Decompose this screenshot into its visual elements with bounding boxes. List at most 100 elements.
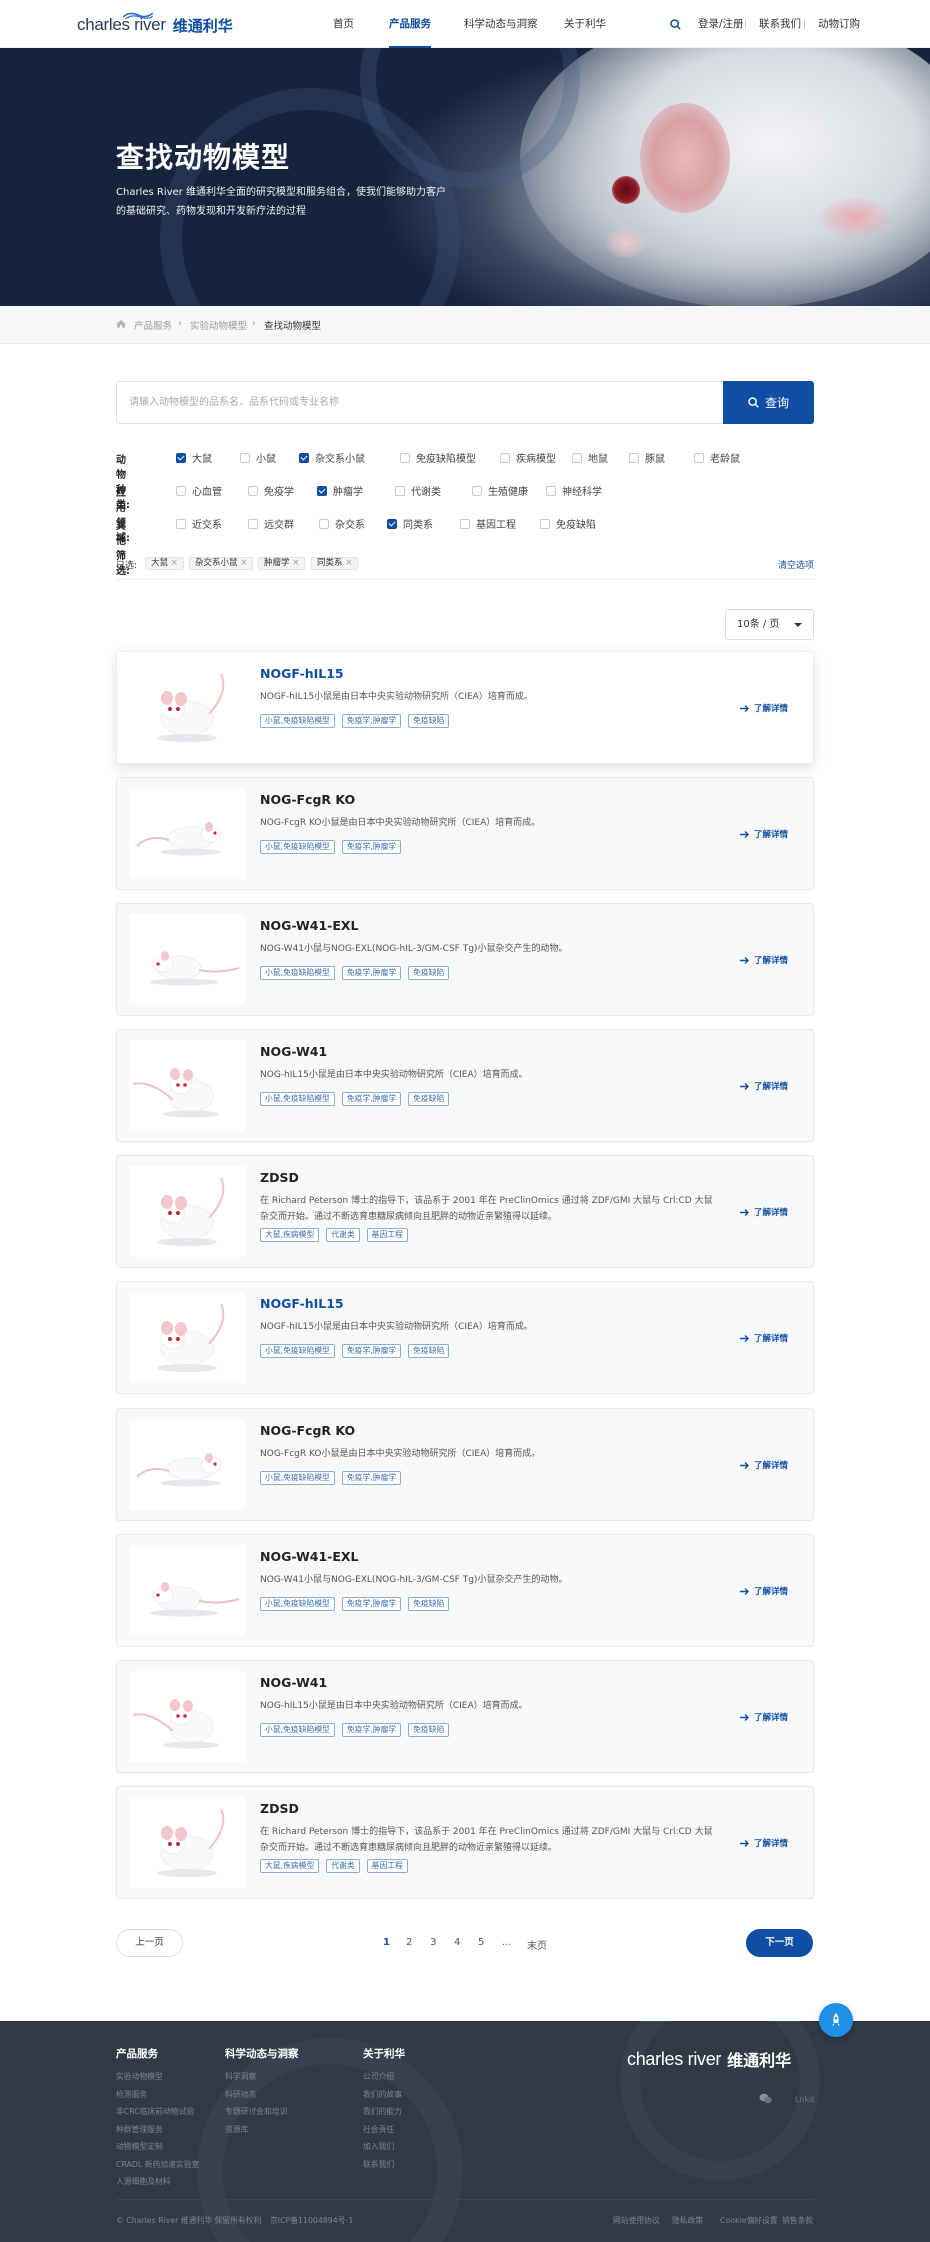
footer-link[interactable]: 公司介绍 bbox=[363, 2071, 394, 2082]
learn-more-link[interactable]: 了解详情 bbox=[740, 1080, 788, 1092]
back-to-top-button[interactable] bbox=[819, 2003, 853, 2037]
filter-option[interactable]: 地鼠 bbox=[572, 450, 608, 465]
icp-link[interactable]: 京ICP备11004894号-1 bbox=[270, 2215, 353, 2226]
filter-option[interactable]: 代谢类 bbox=[395, 483, 441, 498]
card-title[interactable]: NOG-W41-EXL bbox=[260, 1549, 359, 1564]
footer-logo[interactable]: charles river 维通利华 bbox=[627, 2049, 791, 2071]
result-card[interactable]: NOG-W41 NOG-hIL15小鼠是由日本中央实验动物研究所（CIEA）培育而… bbox=[116, 1029, 814, 1142]
learn-more-link[interactable]: 了解详情 bbox=[740, 954, 788, 966]
legal-link[interactable]: Cookie偏好设置 bbox=[720, 2215, 778, 2226]
search-icon[interactable] bbox=[670, 19, 681, 30]
card-title[interactable]: ZDSD bbox=[260, 1801, 299, 1816]
result-card[interactable]: ZDSD 在 Richard Peterson 博士的指导下，该品系于 2001 … bbox=[116, 1155, 814, 1268]
page-link[interactable]: 2 bbox=[406, 1937, 412, 1948]
checkbox[interactable] bbox=[472, 485, 482, 496]
footer-link[interactable]: 联系我们 bbox=[363, 2159, 394, 2170]
checkbox[interactable] bbox=[176, 485, 186, 496]
breadcrumb-item[interactable]: 实验动物模型 bbox=[190, 318, 247, 332]
legal-link[interactable]: 网站使用协议 bbox=[613, 2215, 660, 2226]
filter-option[interactable]: 杂交系 bbox=[319, 516, 365, 531]
learn-more-link[interactable]: 了解详情 bbox=[740, 1837, 788, 1849]
selected-tag[interactable]: 杂交系小鼠 × bbox=[189, 557, 254, 570]
filter-option[interactable]: 生殖健康 bbox=[472, 483, 528, 498]
page-link[interactable]: 1 bbox=[383, 1937, 390, 1948]
checkbox[interactable] bbox=[319, 518, 329, 529]
card-title[interactable]: NOG-FcgR KO bbox=[260, 792, 355, 807]
footer-link[interactable]: 专题研讨会和培训 bbox=[225, 2106, 287, 2117]
page-link[interactable]: 3 bbox=[430, 1937, 436, 1948]
remove-tag-icon[interactable]: × bbox=[168, 558, 178, 568]
footer-link[interactable]: 检测服务 bbox=[116, 2089, 147, 2100]
filter-option[interactable]: 免疫缺陷模型 bbox=[400, 450, 476, 465]
home-icon[interactable] bbox=[116, 319, 126, 328]
page-link[interactable]: 末页 bbox=[527, 1937, 547, 1952]
filter-option[interactable]: 神经科学 bbox=[546, 483, 602, 498]
checkbox[interactable] bbox=[176, 518, 186, 529]
clear-filters-link[interactable]: 清空选项 bbox=[778, 558, 814, 571]
card-title[interactable]: NOGF-hIL15 bbox=[260, 666, 344, 681]
checkbox[interactable] bbox=[240, 452, 250, 463]
nav-login[interactable]: 登录/注册 bbox=[698, 0, 744, 48]
breadcrumb-item[interactable]: 产品服务 bbox=[134, 318, 172, 332]
filter-option[interactable]: 老龄鼠 bbox=[694, 450, 740, 465]
footer-link[interactable]: 非CRC临床前动物试验 bbox=[116, 2106, 194, 2117]
footer-link[interactable]: 科研动态 bbox=[225, 2089, 256, 2100]
selected-tag[interactable]: 大鼠 × bbox=[145, 557, 184, 570]
page-link[interactable]: 4 bbox=[454, 1937, 460, 1948]
learn-more-link[interactable]: 了解详情 bbox=[740, 1332, 788, 1344]
footer-link[interactable]: 实验动物模型 bbox=[116, 2071, 163, 2082]
result-card[interactable]: NOG-W41-EXL NOG-W41小鼠与NOG-EXL(NOG-hIL-3/G… bbox=[116, 1534, 814, 1647]
footer-link[interactable]: 加入我们 bbox=[363, 2141, 394, 2152]
footer-link[interactable]: 科学洞察 bbox=[225, 2071, 256, 2082]
filter-option[interactable]: 免疫缺陷 bbox=[540, 516, 596, 531]
learn-more-link[interactable]: 了解详情 bbox=[740, 828, 788, 840]
result-card[interactable]: NOG-FcgR KO NOG-FcgR KO小鼠是由日本中央实验动物研究所（CI… bbox=[116, 777, 814, 890]
remove-tag-icon[interactable]: × bbox=[238, 558, 247, 568]
result-card[interactable]: NOGF-hIL15 NOGF-hIL15小鼠是由日本中央实验动物研究所（CIEA… bbox=[116, 1281, 814, 1394]
checkbox[interactable] bbox=[248, 485, 258, 496]
per-page-select[interactable]: 10条 / 页 bbox=[725, 609, 814, 640]
nav-contact[interactable]: 联系我们 bbox=[759, 0, 801, 48]
legal-link[interactable]: 销售条款 bbox=[782, 2215, 813, 2226]
card-title[interactable]: NOG-W41 bbox=[260, 1044, 327, 1059]
filter-option[interactable]: 疾病模型 bbox=[500, 450, 556, 465]
search-button[interactable]: 查询 bbox=[723, 381, 814, 424]
result-card[interactable]: NOG-W41 NOG-hIL15小鼠是由日本中央实验动物研究所（CIEA）培育而… bbox=[116, 1660, 814, 1773]
result-card[interactable]: NOG-W41-EXL NOG-W41小鼠与NOG-EXL(NOG-hIL-3/G… bbox=[116, 903, 814, 1016]
nav-science[interactable]: 科学动态与洞察 bbox=[464, 0, 538, 48]
linkedin-icon[interactable]: Lnkd bbox=[795, 2093, 815, 2104]
remove-tag-icon[interactable]: × bbox=[343, 558, 352, 568]
footer-link[interactable]: 社会责任 bbox=[363, 2124, 394, 2135]
page-link[interactable]: 5 bbox=[478, 1937, 484, 1948]
checkbox[interactable] bbox=[317, 485, 327, 496]
learn-more-link[interactable]: 了解详情 bbox=[740, 1459, 788, 1471]
filter-option[interactable]: 杂交系小鼠 bbox=[299, 450, 365, 465]
next-page-button[interactable]: 下一页 bbox=[746, 1929, 813, 1957]
card-title[interactable]: NOG-W41 bbox=[260, 1675, 327, 1690]
card-title[interactable]: NOG-FcgR KO bbox=[260, 1423, 355, 1438]
nav-order[interactable]: 动物订购 bbox=[818, 0, 860, 48]
filter-option[interactable]: 小鼠 bbox=[240, 450, 276, 465]
learn-more-link[interactable]: 了解详情 bbox=[740, 702, 788, 714]
checkbox[interactable] bbox=[248, 518, 258, 529]
checkbox[interactable] bbox=[572, 452, 582, 463]
checkbox[interactable] bbox=[400, 452, 410, 463]
learn-more-link[interactable]: 了解详情 bbox=[740, 1585, 788, 1597]
checkbox[interactable] bbox=[500, 452, 510, 463]
checkbox[interactable] bbox=[387, 518, 397, 529]
remove-tag-icon[interactable]: × bbox=[290, 558, 299, 568]
nav-about[interactable]: 关于利华 bbox=[564, 0, 606, 48]
footer-link[interactable]: 动物模型定制 bbox=[116, 2141, 163, 2152]
filter-option[interactable]: 远交群 bbox=[248, 516, 294, 531]
filter-option[interactable]: 大鼠 bbox=[176, 450, 212, 465]
checkbox[interactable] bbox=[629, 452, 639, 463]
checkbox[interactable] bbox=[540, 518, 550, 529]
card-title[interactable]: NOG-W41-EXL bbox=[260, 918, 359, 933]
legal-link[interactable]: 隐私政策 bbox=[672, 2215, 703, 2226]
checkbox[interactable] bbox=[460, 518, 470, 529]
filter-option[interactable]: 心血管 bbox=[176, 483, 222, 498]
result-card[interactable]: ZDSD 在 Richard Peterson 博士的指导下，该品系于 2001 … bbox=[116, 1786, 814, 1899]
footer-link[interactable]: 我们的能力 bbox=[363, 2106, 402, 2117]
checkbox[interactable] bbox=[299, 452, 309, 463]
footer-link[interactable]: CRADL 新药加速实验室 bbox=[116, 2159, 199, 2170]
